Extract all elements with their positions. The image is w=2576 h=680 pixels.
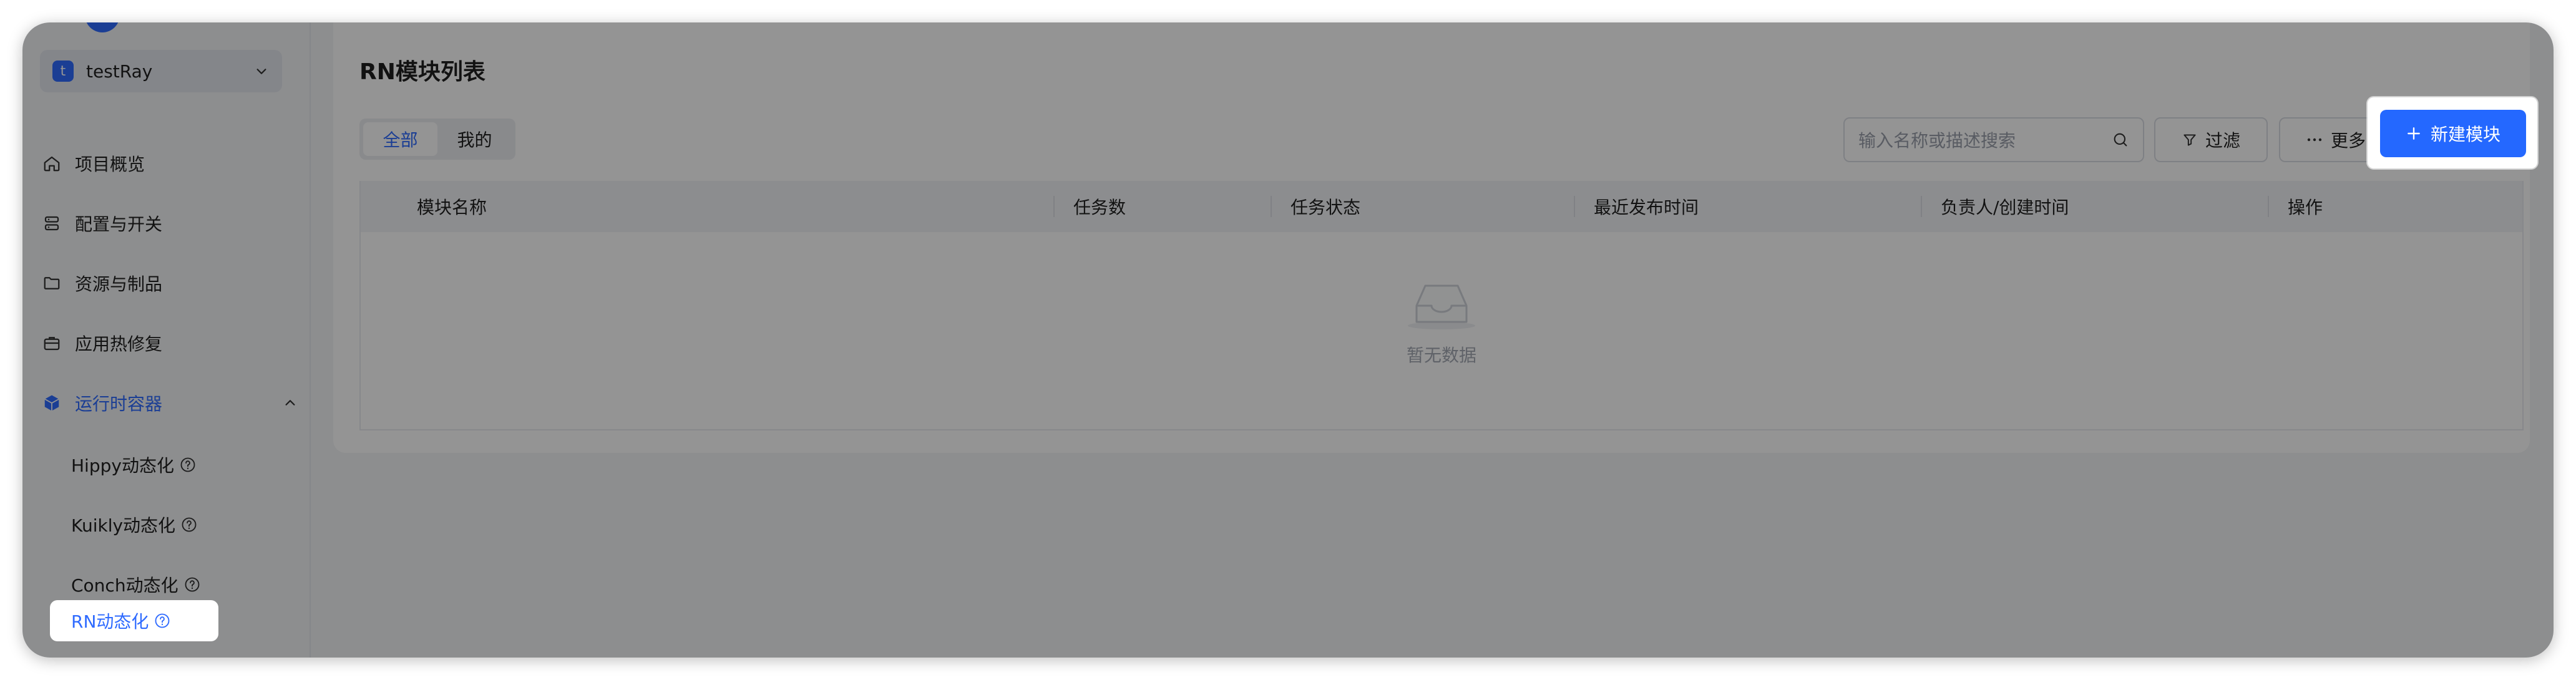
sidebar-item-config[interactable]: 配置与开关 xyxy=(41,205,297,242)
search-input[interactable]: 输入名称或描述搜索 xyxy=(1843,117,2144,162)
sidebar: t testRay 项目概览 配置与开关 资源与制品 应用热修复 运行时容器 H… xyxy=(22,22,311,658)
table-header-cell: 任务状态 xyxy=(1271,181,1574,232)
table-header-cell: 模块名称 xyxy=(417,197,487,218)
filter-label: 过滤 xyxy=(2205,130,2240,151)
project-name: testRay xyxy=(86,61,153,82)
sidebar-subitem-kuikly[interactable]: Kuikly动态化 xyxy=(50,504,218,545)
sidebar-item-hotfix[interactable]: 应用热修复 xyxy=(41,324,297,362)
table-header: 模块名称 任务数 任务状态 最近发布时间 负责人/创建时间 操作 xyxy=(361,181,2522,232)
sidebar-subitem-conch[interactable]: Conch动态化 xyxy=(50,564,218,605)
help-icon[interactable] xyxy=(180,516,198,533)
sidebar-item-runtime-container[interactable]: 运行时容器 xyxy=(41,384,297,422)
tab-all[interactable]: 全部 xyxy=(363,122,437,156)
filter-button[interactable]: 过滤 xyxy=(2154,117,2268,162)
more-label: 更多 xyxy=(2330,130,2366,151)
project-selector[interactable]: t testRay xyxy=(40,50,282,92)
sidebar-item-label: 运行时容器 xyxy=(75,394,163,414)
table-header-select xyxy=(361,181,417,232)
create-module-button[interactable]: 新建模块 xyxy=(2380,110,2526,157)
help-icon[interactable] xyxy=(154,612,171,629)
chevron-down-icon xyxy=(253,63,270,79)
search-icon[interactable] xyxy=(2112,131,2129,148)
sidebar-subitem-label: Hippy动态化 xyxy=(71,455,174,476)
folder-icon xyxy=(41,273,62,294)
segmented-tabs: 全部 我的 xyxy=(359,119,515,160)
sidebar-item-label: 配置与开关 xyxy=(75,214,163,235)
table-header-cell: 操作 xyxy=(2268,181,2522,232)
plus-icon xyxy=(2406,125,2422,142)
config-icon xyxy=(41,213,62,234)
project-avatar: t xyxy=(52,61,74,82)
sidebar-item-label: 资源与制品 xyxy=(75,274,163,294)
empty-inbox-icon xyxy=(1405,281,1478,333)
chevron-up-icon[interactable] xyxy=(283,396,297,410)
empty-state: 暂无数据 xyxy=(361,281,2522,367)
empty-text: 暂无数据 xyxy=(1406,345,1476,366)
app-logo-icon xyxy=(85,22,120,32)
page-title: RN模块列表 xyxy=(359,59,485,85)
module-table: 模块名称 任务数 任务状态 最近发布时间 负责人/创建时间 操作 暂无数据 xyxy=(359,181,2524,430)
sidebar-item-resources[interactable]: 资源与制品 xyxy=(41,265,297,302)
table-header-cell: 最近发布时间 xyxy=(1574,181,1921,232)
sidebar-subitem-label: Conch动态化 xyxy=(71,575,178,596)
sidebar-subitem-label: RN动态化 xyxy=(71,611,149,632)
main-content: RN模块列表 全部 我的 输入名称或描述搜索 过滤 更多 模块名称 任务数 任务… xyxy=(311,22,2554,658)
sidebar-item-overview[interactable]: 项目概览 xyxy=(41,145,297,182)
app-window: t testRay 项目概览 配置与开关 资源与制品 应用热修复 运行时容器 H… xyxy=(22,22,2554,658)
sidebar-item-label: 项目概览 xyxy=(75,154,145,175)
sidebar-subitem-rn[interactable]: RN动态化 xyxy=(50,600,218,641)
cube-icon xyxy=(41,392,62,414)
tab-mine[interactable]: 我的 xyxy=(437,122,512,156)
sidebar-subitem-hippy[interactable]: Hippy动态化 xyxy=(50,444,218,485)
help-icon[interactable] xyxy=(183,576,201,593)
search-placeholder: 输入名称或描述搜索 xyxy=(1858,130,2016,151)
create-module-label: 新建模块 xyxy=(2430,124,2500,145)
sidebar-item-label: 应用热修复 xyxy=(75,334,163,354)
table-header-cell: 负责人/创建时间 xyxy=(1921,181,2268,232)
more-icon xyxy=(2306,137,2323,143)
sidebar-subitem-label: Kuikly动态化 xyxy=(71,515,176,536)
toolbox-icon xyxy=(41,333,62,354)
table-header-cell: 任务数 xyxy=(1053,181,1271,232)
filter-icon xyxy=(2182,132,2198,148)
help-icon[interactable] xyxy=(179,456,197,474)
home-icon xyxy=(41,153,62,174)
create-button-highlight: 新建模块 xyxy=(2368,97,2537,168)
content-card: RN模块列表 全部 我的 输入名称或描述搜索 过滤 更多 模块名称 任务数 任务… xyxy=(333,22,2530,453)
